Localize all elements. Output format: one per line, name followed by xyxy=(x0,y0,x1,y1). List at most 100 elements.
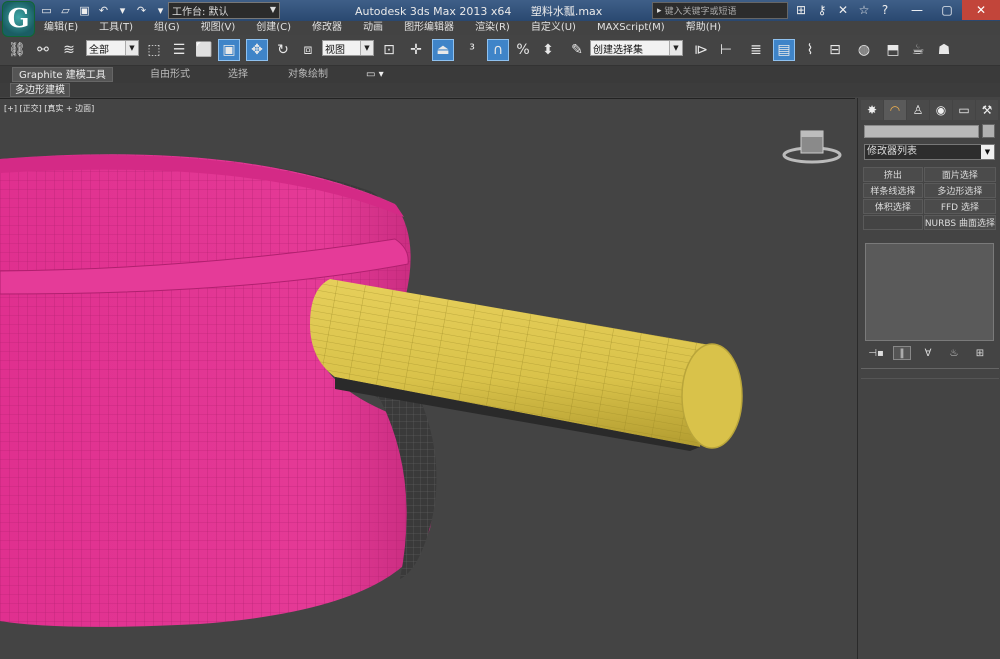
new-file-icon[interactable]: ▭ xyxy=(38,2,55,19)
select-manipulate-icon[interactable]: ✛ xyxy=(405,39,427,61)
minimize-icon[interactable]: — xyxy=(902,0,932,20)
select-by-name-icon[interactable]: ☰ xyxy=(168,39,190,61)
angle-snap-icon[interactable]: ∩ xyxy=(487,39,509,61)
infocenter-toolbar: ⊞ ⚷ ✕ ☆ ? xyxy=(792,1,894,19)
tab-freeform[interactable]: 自由形式 xyxy=(144,67,196,82)
spinner-snap-icon[interactable]: ⬍ xyxy=(537,39,559,61)
modifier-buttons: 挤出 面片选择 样条线选择 多边形选择 体积选择 FFD 选择 NURBS 曲面… xyxy=(863,167,996,230)
maximize-icon[interactable]: ▢ xyxy=(932,0,962,20)
rectangle-selection-icon[interactable]: ⬜ xyxy=(193,39,215,61)
layer-manager-icon[interactable]: ≣ xyxy=(745,39,767,61)
tab-polygon-modeling[interactable]: 多边形建模 xyxy=(10,83,70,97)
tab-graphite-modeling[interactable]: Graphite 建模工具 xyxy=(12,67,113,82)
menu-item-view[interactable]: 视图(V) xyxy=(201,21,236,35)
utilities-tab-icon[interactable]: ⚒ xyxy=(976,100,998,120)
object-name-field[interactable] xyxy=(864,125,979,138)
poly-select-button[interactable]: 多边形选择 xyxy=(923,183,996,198)
display-tab-icon[interactable]: ▭ xyxy=(953,100,975,120)
command-panel: ✸ ◠ ♙ ◉ ▭ ⚒ 修改器列表 ▼ 挤出 面片选择 样条线选择 多边形选择 … xyxy=(857,98,1000,659)
tab-selection[interactable]: 选择 xyxy=(222,67,254,82)
align-icon[interactable]: ⊢ xyxy=(715,39,737,61)
select-object-icon[interactable]: ⬚ xyxy=(143,39,165,61)
redo-dropdown-icon[interactable]: ▾ xyxy=(152,2,169,19)
configure-modifier-sets-icon[interactable]: ⊞ xyxy=(971,346,989,360)
pin-stack-icon[interactable]: ⊣▪ xyxy=(867,346,885,360)
volume-select-button[interactable]: 体积选择 xyxy=(863,199,923,214)
menu-item-edit[interactable]: 编辑(E) xyxy=(44,21,78,35)
app-logo-icon: G xyxy=(7,4,30,34)
modify-tab-icon[interactable]: ◠ xyxy=(884,100,906,120)
nurbs-surface-select-button[interactable]: NURBS 曲面选择 xyxy=(923,215,996,230)
chevron-down-icon: ▼ xyxy=(125,41,138,55)
reference-coordinate-select[interactable]: 视图 ▼ xyxy=(322,40,374,56)
selection-filter-select[interactable]: 全部 ▼ xyxy=(86,40,139,56)
schematic-view-icon[interactable]: ⊟ xyxy=(824,39,846,61)
app-title: Autodesk 3ds Max 2013 x64 xyxy=(355,5,512,18)
render-production-icon[interactable]: ☗ xyxy=(933,39,955,61)
named-selection-value: 创建选择集 xyxy=(593,44,643,56)
menu-item-tools[interactable]: 工具(T) xyxy=(99,21,133,35)
undo-icon[interactable]: ↶ xyxy=(95,2,112,19)
spline-select-button[interactable]: 样条线选择 xyxy=(863,183,923,198)
viewport-label[interactable]: [+] [正交] [真实 + 边面] xyxy=(4,103,94,114)
bind-space-warp-icon[interactable]: ≋ xyxy=(58,39,80,61)
render-setup-icon[interactable]: ⬒ xyxy=(882,39,904,61)
extrude-button[interactable]: 挤出 xyxy=(863,167,923,182)
menu-item-help[interactable]: 帮助(H) xyxy=(686,21,721,35)
make-unique-icon[interactable]: ∀ xyxy=(919,346,937,360)
keyboard-shortcut-override-icon[interactable]: ⏏ xyxy=(432,39,454,61)
open-file-icon[interactable]: ▱ xyxy=(57,2,74,19)
material-editor-icon[interactable]: ◍ xyxy=(853,39,875,61)
favorites-star-icon[interactable]: ☆ xyxy=(855,1,873,19)
hierarchy-tab-icon[interactable]: ♙ xyxy=(907,100,929,120)
ffd-select-button[interactable]: FFD 选择 xyxy=(923,199,996,214)
patch-select-button[interactable]: 面片选择 xyxy=(923,167,996,182)
menu-item-customize[interactable]: 自定义(U) xyxy=(531,21,576,35)
key-icon[interactable]: ⚷ xyxy=(813,1,831,19)
menu-item-animation[interactable]: 动画 xyxy=(363,21,383,35)
close-icon[interactable]: ✕ xyxy=(962,0,1000,20)
redo-icon[interactable]: ↷ xyxy=(133,2,150,19)
menu-item-group[interactable]: 组(G) xyxy=(154,21,180,35)
rendered-frame-window-icon[interactable]: ☕ xyxy=(907,39,929,61)
remove-modifier-icon[interactable]: ♨ xyxy=(945,346,963,360)
modifier-list-select[interactable]: 修改器列表 ▼ xyxy=(864,144,995,160)
select-and-move-icon[interactable]: ✥ xyxy=(246,39,268,61)
viewcube xyxy=(782,130,842,164)
mirror-icon[interactable]: ⧐ xyxy=(690,39,712,61)
menu-item-rendering[interactable]: 渲染(R) xyxy=(475,21,510,35)
menu-item-graph-editors[interactable]: 图形编辑器 xyxy=(404,21,454,35)
edit-named-selection-icon[interactable]: ✎ xyxy=(566,39,588,61)
object-color-swatch[interactable] xyxy=(982,124,995,138)
graphite-toggle-icon[interactable]: ▤ xyxy=(773,39,795,61)
menu-item-create[interactable]: 创建(C) xyxy=(256,21,291,35)
motion-tab-icon[interactable]: ◉ xyxy=(930,100,952,120)
link-icon[interactable]: ⛓ xyxy=(6,39,28,61)
create-tab-icon[interactable]: ✸ xyxy=(861,100,883,120)
app-menu-button[interactable]: G xyxy=(2,1,35,37)
binoculars-icon[interactable]: ⊞ xyxy=(792,1,810,19)
help-icon[interactable]: ? xyxy=(876,1,894,19)
communication-icon[interactable]: ✕ xyxy=(834,1,852,19)
menu-bar: 编辑(E) 工具(T) 组(G) 视图(V) 创建(C) 修改器 动画 图形编辑… xyxy=(0,21,1000,35)
window-crossing-icon[interactable]: ▣ xyxy=(218,39,240,61)
named-selection-select[interactable]: 创建选择集 ▼ xyxy=(590,40,683,56)
unlink-icon[interactable]: ⚯ xyxy=(32,39,54,61)
show-end-result-icon[interactable]: ‖ xyxy=(893,346,911,360)
curve-editor-icon[interactable]: ⌇ xyxy=(799,39,821,61)
save-file-icon[interactable]: ▣ xyxy=(76,2,93,19)
modifier-stack[interactable] xyxy=(865,243,994,341)
percent-snap-icon[interactable]: % xyxy=(512,39,534,61)
pivot-center-icon[interactable]: ⊡ xyxy=(378,39,400,61)
ribbon-options-icon[interactable]: ▭ ▾ xyxy=(360,67,390,82)
workspace-select[interactable]: 工作台: 默认 ▼ xyxy=(168,2,280,19)
snaps-toggle-icon[interactable]: ³ xyxy=(461,39,483,61)
perspective-viewport[interactable]: [+] [正交] [真实 + 边面] xyxy=(0,98,855,659)
menu-item-modifiers[interactable]: 修改器 xyxy=(312,21,342,35)
menu-item-maxscript[interactable]: MAXScript(M) xyxy=(597,21,665,35)
select-and-rotate-icon[interactable]: ↻ xyxy=(272,39,294,61)
search-input[interactable]: ▸ 键入关键字或短语 xyxy=(652,2,788,19)
undo-dropdown-icon[interactable]: ▾ xyxy=(114,2,131,19)
tab-object-paint[interactable]: 对象绘制 xyxy=(282,67,334,82)
select-and-scale-icon[interactable]: ⧈ xyxy=(297,39,319,61)
